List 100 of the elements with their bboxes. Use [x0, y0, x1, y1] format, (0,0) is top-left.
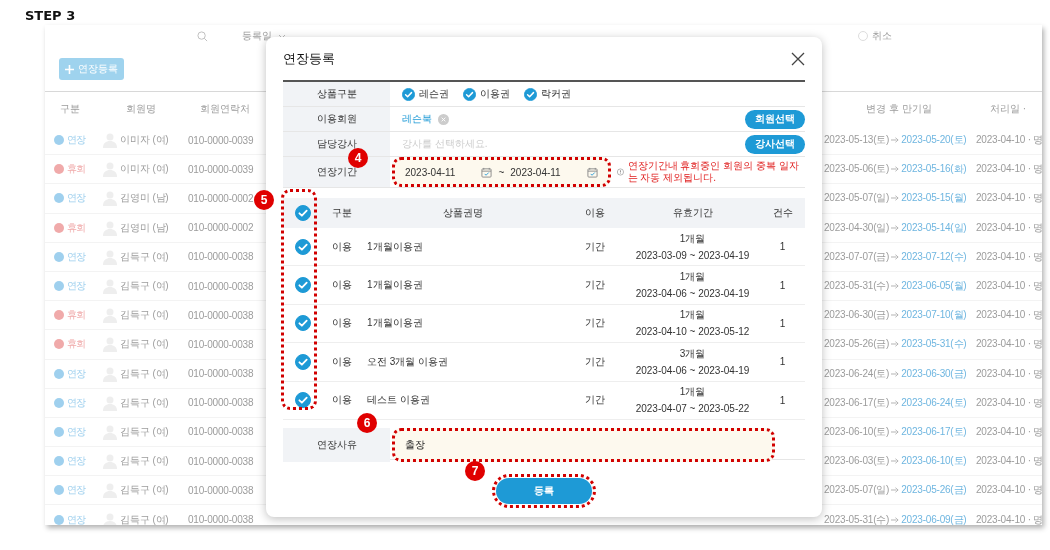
member-gender: (여): [152, 512, 169, 525]
processed-date: 2023-04-10 · 명: [976, 337, 1042, 352]
arrow-icon: [891, 341, 900, 348]
date-to: 2023-04-11: [510, 166, 561, 178]
form-label: 연장기간: [316, 165, 357, 179]
arrow-icon: [891, 224, 900, 231]
column-header: 상품권명: [442, 206, 483, 220]
checkbox[interactable]: [402, 87, 415, 101]
date-from: 2023-04-11: [405, 166, 456, 178]
select-instructor-button[interactable]: 강사선택: [745, 134, 805, 154]
checkbox[interactable]: [295, 392, 311, 409]
close-icon[interactable]: [791, 51, 805, 66]
member-name: 김영미: [120, 220, 150, 235]
checkbox[interactable]: [295, 315, 311, 332]
valid-period: 2023-04-06 ~ 2023-04-19: [635, 287, 750, 302]
checkbox[interactable]: [463, 87, 476, 101]
column-header: 회원연락처: [199, 102, 251, 116]
expiry-before: 2023-05-31(수): [824, 279, 890, 294]
processed-date: 2023-04-10 · 명: [976, 220, 1042, 235]
checkbox[interactable]: [295, 238, 311, 255]
processed-date: 2023-04-10 · 명: [976, 424, 1042, 439]
expiry-after: 2023-05-31(수): [901, 337, 967, 352]
product-name: 오전 3개월 이용권: [366, 355, 449, 367]
table-cell: 기간: [585, 316, 605, 331]
avatar-icon: [103, 511, 117, 525]
processed-date: 2023-04-10 · 명: [976, 483, 1042, 498]
table-cell: 이용: [331, 393, 352, 408]
member-name: 김득구: [120, 395, 150, 410]
member-gender: (남): [152, 220, 169, 235]
member-gender: (여): [152, 279, 169, 294]
table-cell: 1: [779, 394, 786, 406]
remove-icon[interactable]: [438, 113, 449, 125]
form-label: 담당강사: [316, 137, 357, 151]
expiry-before: 2023-05-31(수): [824, 512, 890, 525]
member-gender: (여): [152, 337, 169, 352]
phone-number: 010-0000-0038: [188, 484, 254, 496]
checkbox-label: 이용권: [480, 87, 510, 101]
phone-number: 010-0000-0039: [188, 134, 254, 146]
phone-number: 010-0000-0002: [188, 192, 254, 204]
member-name: 김득구: [120, 454, 150, 469]
column-header: 유효기간: [672, 206, 713, 220]
table-cell: 이용: [331, 239, 352, 254]
arrow-icon: [891, 195, 900, 202]
phone-number: 010-0000-0038: [188, 280, 254, 292]
arrow-icon: [891, 283, 900, 290]
radio-label: 취소: [872, 29, 892, 43]
date-type-select[interactable]: 등록일: [242, 29, 272, 43]
processed-date: 2023-04-10 · 명: [976, 162, 1042, 177]
date-range-field[interactable]: 2023-04-11 ~ 2023-04-11: [392, 157, 611, 187]
add-extension-button[interactable]: 연장등록: [59, 58, 124, 80]
valid-period: 2023-04-10 ~ 2023-05-12: [635, 325, 750, 340]
status-label: 연장: [66, 279, 87, 294]
column-header: 구분: [59, 102, 81, 116]
select-member-button[interactable]: 회원선택: [745, 109, 805, 129]
member-name: 이미자: [120, 133, 150, 148]
status-label: 연장: [66, 454, 87, 469]
checkbox[interactable]: [524, 87, 537, 101]
expiry-after: 2023-06-10(토): [901, 454, 967, 469]
checkbox[interactable]: [295, 353, 311, 370]
column-header: 건수: [772, 206, 793, 220]
date-separator: ~: [498, 166, 505, 178]
arrow-icon: [891, 166, 900, 173]
member-gender: (남): [152, 191, 169, 206]
status-label: 연장: [66, 424, 87, 439]
status-label: 휴회: [66, 162, 87, 177]
expiry-before: 2023-05-07(일): [824, 191, 890, 206]
status-label: 연장: [66, 395, 87, 410]
processed-date: 2023-04-10 · 명: [976, 512, 1042, 525]
member-name: 김득구: [120, 308, 150, 323]
duration-text: 3개월: [679, 346, 706, 361]
phone-number: 010-0000-0038: [188, 397, 254, 409]
expiry-before: 2023-04-30(일): [824, 220, 890, 235]
column-header: 처리일 ·: [988, 102, 1028, 116]
arrow-icon: [891, 370, 900, 377]
member-name: 김영미: [120, 191, 150, 206]
step-badge: 7: [465, 461, 485, 481]
calendar-icon[interactable]: [586, 166, 598, 178]
calendar-icon[interactable]: [481, 166, 493, 178]
phone-number: 010-0000-0038: [188, 514, 254, 525]
member-name: 김득구: [120, 483, 150, 498]
expiry-before: 2023-06-24(토): [824, 366, 890, 381]
processed-date: 2023-04-10 · 명: [976, 191, 1042, 206]
processed-date: 2023-04-10 · 명: [976, 249, 1042, 264]
arrow-icon: [891, 487, 900, 494]
arrow-icon: [891, 458, 900, 465]
expiry-before: 2023-05-26(금): [824, 337, 890, 352]
expiry-before: 2023-06-10(토): [824, 424, 890, 439]
arrow-icon: [891, 312, 900, 319]
column-header: 변경 후 만기일: [865, 102, 933, 116]
search-icon[interactable]: [197, 30, 208, 42]
status-label: 연장: [66, 512, 87, 525]
modal-title: 연장등록: [283, 49, 335, 68]
column-header: 구분: [331, 206, 352, 220]
checkbox[interactable]: [295, 205, 311, 221]
reason-field[interactable]: 출장: [392, 427, 775, 462]
table-cell: 이용: [331, 278, 352, 293]
expiry-after: 2023-05-14(일): [901, 220, 967, 235]
checkbox[interactable]: [295, 277, 311, 294]
product-name: 테스트 이용권: [366, 394, 430, 406]
expiry-before: 2023-06-30(금): [824, 308, 890, 323]
